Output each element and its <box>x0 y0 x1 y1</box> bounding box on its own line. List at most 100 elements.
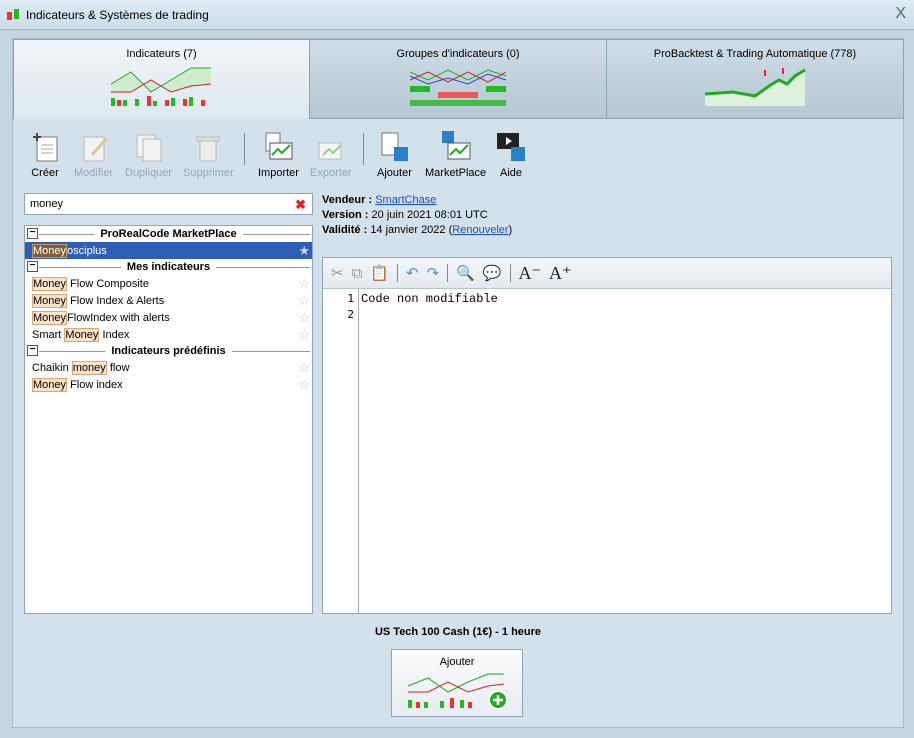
group-header: − Indicateurs prédéfinis <box>25 343 312 359</box>
increase-font-icon[interactable]: A⁺ <box>549 263 572 284</box>
import-icon <box>265 132 293 160</box>
modify-button[interactable]: Modifier <box>74 131 113 179</box>
clear-search-icon[interactable]: ✖ <box>295 197 306 213</box>
copy-icon[interactable]: ⧉ <box>352 265 363 282</box>
paste-icon[interactable]: 📋 <box>370 264 389 282</box>
cut-icon[interactable]: ✂ <box>331 264 344 282</box>
delete-button[interactable]: Supprimer <box>183 131 234 179</box>
duplicate-icon <box>136 134 162 162</box>
close-button[interactable]: X <box>895 5 906 23</box>
search-input[interactable]: money ✖ <box>24 193 313 215</box>
list-item[interactable]: Money Flow Index & Alerts ☆ <box>25 292 312 309</box>
group-label: Mes indicateurs <box>120 261 217 273</box>
line-numbers: 12 <box>323 289 359 613</box>
search-value: money <box>30 198 64 210</box>
tab-probacktest[interactable]: ProBacktest & Trading Automatique (778) <box>606 39 904 119</box>
validity-value: 14 janvier 2022 <box>370 224 446 236</box>
indicator-list: − ProRealCode MarketPlace Money osciplus ★ − M… <box>24 225 313 614</box>
item-text: Flow index <box>67 378 123 391</box>
favorite-star-icon[interactable]: ☆ <box>298 293 310 309</box>
line-number: 1 <box>347 292 354 305</box>
title-bar: Indicateurs & Systèmes de trading X <box>0 0 914 30</box>
marketplace-label: MarketPlace <box>425 167 487 179</box>
collapse-icon[interactable]: − <box>27 261 38 272</box>
item-text: FlowIndex with alerts <box>67 311 170 324</box>
item-text: Smart <box>32 328 65 341</box>
marketplace-button[interactable]: MarketPlace <box>425 131 486 179</box>
redo-icon[interactable]: ↷ <box>427 264 440 282</box>
add-indicator-icon <box>381 132 409 161</box>
favorite-star-icon[interactable]: ☆ <box>298 327 310 343</box>
vendor-link[interactable]: SmartChase <box>375 194 436 206</box>
item-text: Flow Composite <box>67 277 149 290</box>
add-button[interactable]: Ajouter <box>377 131 412 179</box>
version-label: Version : <box>322 209 369 221</box>
decrease-font-icon[interactable]: A⁻ <box>519 263 542 284</box>
favorite-star-icon[interactable]: ☆ <box>298 360 310 376</box>
list-item[interactable]: Money Flow index ☆ <box>25 376 312 393</box>
group-label: ProRealCode MarketPlace <box>94 228 243 240</box>
search-highlight: money <box>71 360 107 375</box>
favorite-star-icon[interactable]: ★ <box>298 243 310 259</box>
search-highlight: Money <box>32 377 68 392</box>
create-button[interactable]: Créer <box>29 131 61 179</box>
duplicate-label: Dupliquer <box>125 167 173 179</box>
import-button[interactable]: Importer <box>258 131 299 179</box>
favorite-star-icon[interactable]: ☆ <box>298 276 310 292</box>
backtest-chart-icon <box>704 68 806 106</box>
undo-icon[interactable]: ↶ <box>406 264 419 282</box>
search-highlight: Money <box>32 243 68 258</box>
list-item[interactable]: Chaikin money flow ☆ <box>25 359 312 376</box>
list-item[interactable]: Smart Money Index ☆ <box>25 326 312 343</box>
trash-icon <box>196 136 220 162</box>
duplicate-button[interactable]: Dupliquer <box>125 131 172 179</box>
comment-icon[interactable]: 💬 <box>483 264 502 282</box>
add-indicator-chart-icon <box>407 673 508 710</box>
marketplace-icon <box>441 131 471 160</box>
tab-label: ProBacktest & Trading Automatique (778) <box>653 48 857 60</box>
add-chart-label: Ajouter <box>439 656 475 668</box>
item-text: osciplus <box>67 244 107 257</box>
toolbar-separator <box>244 133 245 165</box>
group-header: − ProRealCode MarketPlace <box>25 226 312 242</box>
instrument-label: US Tech 100 Cash (1€) - 1 heure <box>374 626 542 638</box>
line-number: 2 <box>347 308 354 321</box>
indicator-info: Vendeur : SmartChase Version : 20 juin 2… <box>322 193 512 238</box>
validity-label: Validité : <box>322 224 368 236</box>
item-text: flow <box>106 361 130 374</box>
export-button[interactable]: Exporter <box>310 131 352 179</box>
search-icon[interactable]: 🔍 <box>456 264 475 282</box>
list-item[interactable]: Money osciplus ★ <box>25 242 312 259</box>
import-label: Importer <box>258 167 299 179</box>
list-item[interactable]: Money Flow Composite ☆ <box>25 275 312 292</box>
tab-label: Indicateurs (7) <box>126 48 197 60</box>
list-item[interactable]: Money FlowIndex with alerts ☆ <box>25 309 312 326</box>
app-icon <box>7 8 19 20</box>
delete-label: Supprimer <box>183 167 234 179</box>
tab-indicator-groups[interactable]: Groupes d'indicateurs (0) <box>309 39 607 119</box>
help-button[interactable]: Aide <box>495 131 527 179</box>
favorite-star-icon[interactable]: ☆ <box>298 377 310 393</box>
renew-link[interactable]: Renouveler <box>452 224 508 236</box>
vendor-label: Vendeur : <box>322 194 373 206</box>
add-to-chart-button[interactable]: Ajouter <box>391 649 523 717</box>
export-label: Exporter <box>310 167 352 179</box>
edit-icon <box>83 136 107 162</box>
window-title: Indicateurs & Systèmes de trading <box>26 7 209 22</box>
search-highlight: Money <box>32 293 68 308</box>
dialog-body: Indicateurs (7) Groupes d'indicateurs (0… <box>12 38 904 728</box>
editor-toolbar: ✂ ⧉ 📋 ↶ ↷ 🔍 💬 A⁻ A⁺ <box>323 258 891 289</box>
groups-chart-icon <box>409 69 507 106</box>
collapse-icon[interactable]: − <box>27 228 38 239</box>
tab-label: Groupes d'indicateurs (0) <box>396 48 520 60</box>
search-highlight: Money <box>32 310 68 325</box>
tab-indicators[interactable]: Indicateurs (7) <box>13 39 310 119</box>
indicator-chart-icon <box>110 67 211 106</box>
code-text: Code non modifiable <box>361 292 498 306</box>
code-editor[interactable]: ✂ ⧉ 📋 ↶ ↷ 🔍 💬 A⁻ A⁺ 12 Code non modifiable <box>322 257 892 614</box>
item-text: Chaikin <box>32 361 72 374</box>
favorite-star-icon[interactable]: ☆ <box>298 310 310 326</box>
create-label: Créer <box>31 167 59 179</box>
collapse-icon[interactable]: − <box>27 345 38 356</box>
search-highlight: Money <box>32 276 68 291</box>
